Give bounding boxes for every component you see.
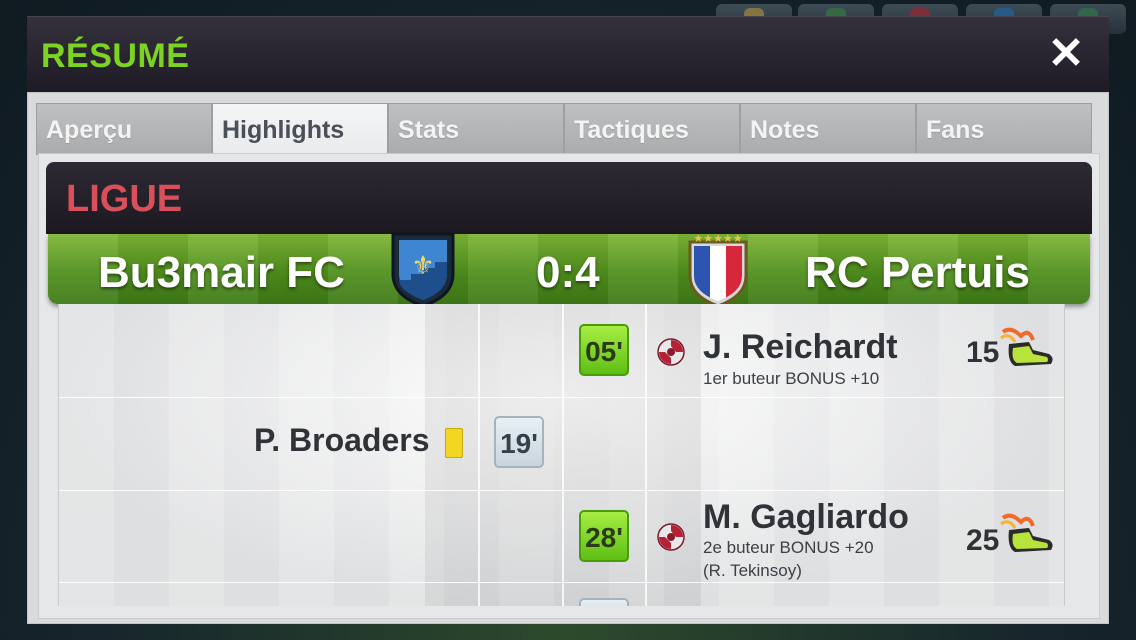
- event-minute-badge: 05': [579, 324, 629, 376]
- tab-fans[interactable]: Fans: [916, 103, 1092, 155]
- event-minute-badge: 28': [579, 510, 629, 562]
- home-team-name[interactable]: Bu3mair FC: [98, 248, 345, 298]
- away-team-name[interactable]: RC Pertuis: [805, 248, 1030, 298]
- player-rating: 25: [966, 524, 1000, 557]
- golden-boot-icon: [1000, 513, 1053, 552]
- highlights-panel: LIGUE Bu3mair FC ⚜ 0:4 ★★★★★ RC Pertuis …: [38, 153, 1100, 619]
- event-player-name[interactable]: J. Reichardt: [703, 328, 898, 367]
- golden-boot-icon: [1000, 327, 1053, 366]
- dialog-header: RÉSUMÉ ✕: [27, 16, 1109, 92]
- event-player-name[interactable]: P. Broaders: [254, 422, 430, 459]
- row-divider: [59, 397, 1064, 398]
- svg-text:⚜: ⚜: [411, 251, 434, 281]
- competition-bar: LIGUE: [46, 162, 1092, 234]
- event-minute-badge-partial: [579, 598, 629, 606]
- yellow-card-icon: [445, 428, 463, 458]
- soccer-ball-icon: [657, 523, 685, 551]
- tab-apercu[interactable]: Aperçu: [36, 103, 212, 155]
- tab-notes[interactable]: Notes: [740, 103, 916, 155]
- match-summary-dialog: RÉSUMÉ ✕ Aperçu Highlights Stats Tactiqu…: [27, 16, 1109, 624]
- close-button[interactable]: ✕: [1047, 32, 1085, 76]
- timeline-divider: [645, 304, 647, 606]
- close-icon: ✕: [1047, 29, 1085, 78]
- tab-highlights[interactable]: Highlights: [212, 103, 388, 157]
- row-divider: [59, 582, 1064, 583]
- tab-stats[interactable]: Stats: [388, 103, 564, 155]
- tab-tactiques[interactable]: Tactiques: [564, 103, 740, 155]
- home-team-crest-icon: ⚜: [391, 232, 455, 308]
- timeline-divider: [562, 304, 564, 606]
- match-score: 0:4: [536, 248, 600, 297]
- dialog-title: RÉSUMÉ: [41, 37, 190, 75]
- tab-bar: Aperçu Highlights Stats Tactiques Notes …: [36, 103, 1094, 157]
- timeline-divider: [478, 304, 480, 606]
- competition-title: LIGUE: [66, 178, 183, 220]
- away-team-crest-icon: ★★★★★: [688, 232, 748, 308]
- event-minute-badge: 19': [494, 416, 544, 468]
- player-rating: 15: [966, 336, 1000, 369]
- event-assist: (R. Tekinsoy): [703, 561, 802, 580]
- dialog-body: Aperçu Highlights Stats Tactiques Notes …: [27, 92, 1109, 624]
- match-events-timeline: 05' J. Reichardt 1er buteur BONUS +10 15: [58, 304, 1065, 606]
- soccer-ball-icon: [657, 338, 685, 366]
- event-detail: 1er buteur BONUS +10: [703, 369, 880, 388]
- event-player-name[interactable]: M. Gagliardo: [703, 498, 909, 537]
- row-divider: [59, 490, 1064, 491]
- svg-text:★★★★★: ★★★★★: [693, 232, 742, 245]
- scoreboard: Bu3mair FC ⚜ 0:4 ★★★★★ RC Pertuis: [48, 232, 1090, 308]
- event-detail: 2e buteur BONUS +20: [703, 538, 874, 557]
